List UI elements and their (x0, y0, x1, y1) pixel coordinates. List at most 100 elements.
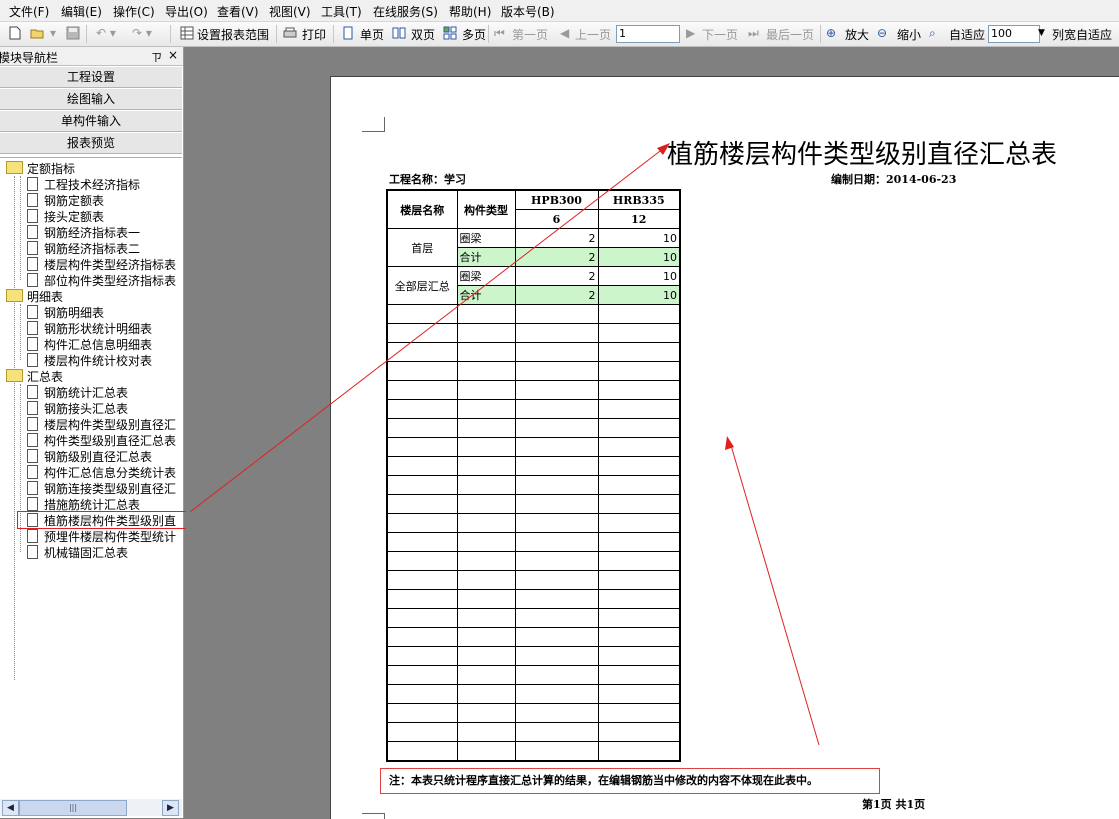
cell-hrb: 10 (597, 247, 681, 267)
tree-item[interactable]: 钢筋明细表 (27, 304, 104, 320)
menu-version[interactable]: 版本号(B) (501, 3, 555, 20)
single-page-icon[interactable] (341, 26, 355, 40)
menu-help[interactable]: 帮助(H) (449, 3, 491, 20)
empty-cell (456, 342, 516, 362)
nav-single-component-button[interactable]: 单构件输入 (0, 110, 182, 132)
tree-item[interactable]: 钢筋统计汇总表 (27, 384, 128, 400)
zoom-dropdown-icon[interactable]: ▼ (1038, 28, 1045, 38)
tree-item[interactable]: 构件汇总信息分类统计表 (27, 464, 176, 480)
zoom-in-button[interactable]: 放大 (845, 26, 869, 43)
empty-cell (386, 589, 458, 609)
report-note: 注：本表只统计程序直接汇总计算的结果，在编辑钢筋当中修改的内容不体现在此表中。 (380, 768, 880, 794)
scroll-thumb[interactable]: ||| (19, 800, 127, 816)
scroll-left-icon[interactable]: ◀ (2, 800, 19, 816)
tree-folder-quota[interactable]: 定额指标 (6, 160, 75, 176)
double-page-icon[interactable] (392, 26, 406, 40)
tree-item[interactable]: 钢筋连接类型级别直径汇 (27, 480, 176, 496)
tree-folder-summary[interactable]: 汇总表 (6, 368, 63, 384)
page-number-input[interactable]: 1 (616, 25, 680, 43)
tree-folder-detail[interactable]: 明细表 (6, 288, 63, 304)
last-page-button[interactable]: 最后一页 (766, 26, 814, 43)
table-row: 首层 圈梁 2 10 (386, 228, 681, 267)
empty-cell (456, 722, 516, 742)
multi-page-icon[interactable] (443, 26, 457, 40)
open-folder-icon[interactable] (30, 26, 44, 40)
empty-cell (456, 437, 516, 457)
menu-online[interactable]: 在线服务(S) (373, 3, 438, 20)
menu-bar: 文件(F) 编辑(E) 操作(C) 导出(O) 查看(V) 视图(V) 工具(T… (0, 0, 1119, 22)
document-icon (27, 177, 38, 191)
tree-item[interactable]: 预埋件楼层构件类型统计 (27, 528, 176, 544)
cell-type: 合计 (456, 285, 516, 305)
open-dropdown-icon[interactable]: ▾ (50, 26, 56, 40)
menu-view[interactable]: 查看(V) (217, 3, 259, 20)
single-page-button[interactable]: 单页 (360, 26, 384, 43)
tree-item[interactable]: 钢筋形状统计明细表 (27, 320, 152, 336)
tree-horizontal-scrollbar[interactable]: ◀ ||| ▶ (0, 799, 182, 816)
nav-project-settings-button[interactable]: 工程设置 (0, 66, 182, 88)
empty-cell (597, 456, 681, 476)
document-icon (27, 273, 38, 287)
prev-page-button[interactable]: 上一页 (575, 26, 611, 43)
printer-icon[interactable] (283, 26, 297, 40)
empty-cell (456, 513, 516, 533)
tree-item[interactable]: 钢筋接头汇总表 (27, 400, 128, 416)
column-fit-button[interactable]: 列宽自适应 (1052, 26, 1112, 43)
tree-item[interactable]: 楼层构件统计校对表 (27, 352, 152, 368)
tree-item[interactable]: 工程技术经济指标 (27, 176, 140, 192)
first-page-button[interactable]: 第一页 (512, 26, 548, 43)
menu-file[interactable]: 文件(F) (9, 3, 49, 20)
pin-icon[interactable]: ㄗ (151, 49, 162, 65)
empty-cell (514, 304, 599, 324)
header-hpb: HPB300 (514, 189, 599, 210)
tree-item[interactable]: 构件汇总信息明细表 (27, 336, 152, 352)
zoom-out-button[interactable]: 缩小 (897, 26, 921, 43)
new-file-icon[interactable] (8, 26, 22, 40)
empty-cell (514, 418, 599, 438)
tree-item[interactable]: 楼层构件类型级别直径汇 (27, 416, 176, 432)
menu-export[interactable]: 导出(O) (165, 3, 208, 20)
tree-item[interactable]: 部位构件类型经济指标表 (27, 272, 176, 288)
document-icon (27, 225, 38, 239)
empty-cell (597, 608, 681, 628)
print-button[interactable]: 打印 (302, 26, 326, 43)
scroll-right-icon[interactable]: ▶ (162, 800, 179, 816)
document-icon (27, 337, 38, 351)
empty-cell (597, 437, 681, 457)
menu-tools[interactable]: 工具(T) (321, 3, 362, 20)
double-page-button[interactable]: 双页 (411, 26, 435, 43)
report-range-icon[interactable] (180, 26, 194, 40)
tree-item[interactable]: 楼层构件类型经济指标表 (27, 256, 176, 272)
empty-cell (386, 323, 458, 343)
empty-cell (597, 494, 681, 514)
undo-icon[interactable]: ↶ ▾ (96, 26, 116, 40)
empty-cell (456, 741, 516, 762)
tree-item[interactable]: 接头定额表 (27, 208, 104, 224)
cell-hpb: 2 (514, 285, 599, 305)
empty-cell (456, 627, 516, 647)
next-page-button[interactable]: 下一页 (702, 26, 738, 43)
menu-edit[interactable]: 编辑(E) (61, 3, 102, 20)
multi-page-button[interactable]: 多页 (462, 26, 486, 43)
zoom-level-input[interactable]: 100 (988, 25, 1040, 43)
save-icon[interactable] (66, 26, 80, 40)
menu-viewport[interactable]: 视图(V) (269, 3, 311, 20)
nav-report-preview-button[interactable]: 报表预览 (0, 132, 182, 154)
tree-item[interactable]: 措施筋统计汇总表 (27, 496, 140, 512)
nav-drawing-input-button[interactable]: 绘图输入 (0, 88, 182, 110)
tree-item[interactable]: 钢筋定额表 (27, 192, 104, 208)
tree-item[interactable]: 钢筋经济指标表一 (27, 224, 140, 240)
close-icon[interactable]: × (168, 48, 178, 62)
tree-item[interactable]: 钢筋级别直径汇总表 (27, 448, 152, 464)
tree-highlight-box (17, 511, 192, 529)
tree-item[interactable]: 钢筋经济指标表二 (27, 240, 140, 256)
tree-item[interactable]: 机械锚固汇总表 (27, 544, 128, 560)
set-report-range-button[interactable]: 设置报表范围 (197, 26, 269, 43)
tree-item[interactable]: 构件类型级别直径汇总表 (27, 432, 176, 448)
empty-row (386, 475, 681, 495)
empty-cell (456, 418, 516, 438)
empty-cell (386, 494, 458, 514)
fit-button[interactable]: 自适应 (949, 26, 985, 43)
redo-icon[interactable]: ↷ ▾ (132, 26, 152, 40)
menu-operate[interactable]: 操作(C) (113, 3, 155, 20)
